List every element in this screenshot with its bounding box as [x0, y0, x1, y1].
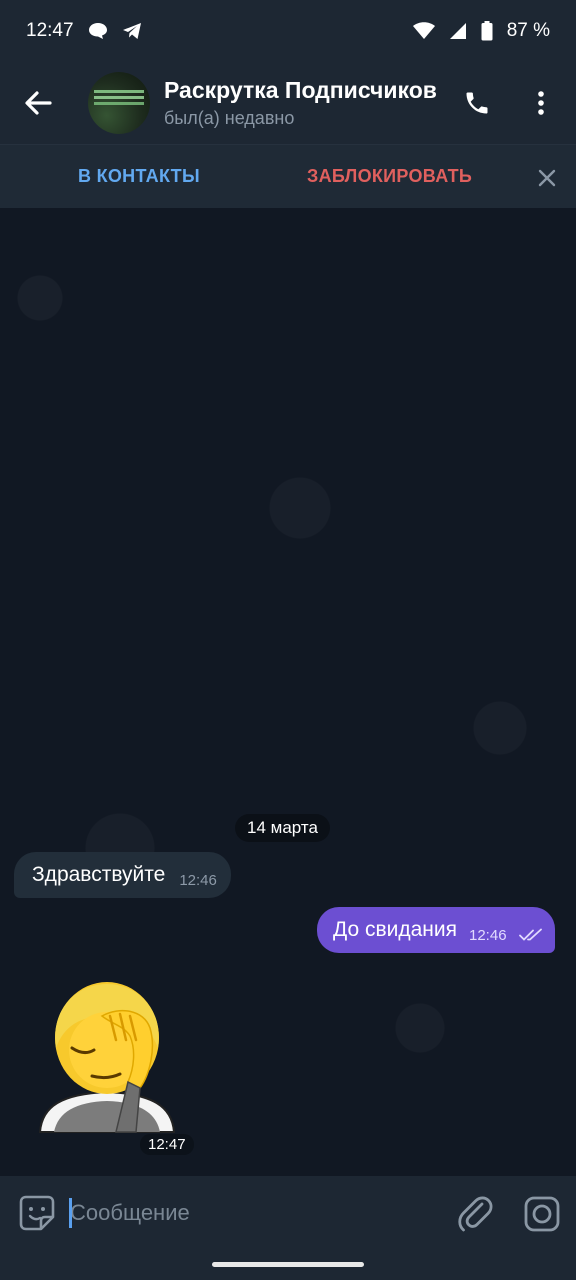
sticker-time: 12:47: [140, 1134, 194, 1155]
message-time: 12:46: [179, 871, 217, 889]
battery-percent: 87 %: [506, 20, 550, 41]
add-to-contacts-button[interactable]: В КОНТАКТЫ: [78, 166, 200, 187]
close-icon: [538, 169, 556, 187]
home-gesture-handle[interactable]: [212, 1262, 364, 1267]
status-right: 87 %: [412, 20, 550, 42]
phone-icon: [466, 92, 488, 114]
call-button[interactable]: [456, 82, 498, 124]
telegram-icon: [122, 23, 141, 39]
text-cursor: [69, 1198, 72, 1228]
status-bar: 12:47 87 %: [0, 0, 576, 62]
incoming-message[interactable]: Здравствуйте 12:46: [14, 852, 231, 898]
chat-bubble-icon: [88, 23, 107, 39]
status-time: 12:47: [26, 20, 74, 41]
facepalm-sticker[interactable]: [32, 976, 182, 1134]
chat-header: Раскрутка Подписчиков был(а) недавно: [0, 62, 576, 144]
navigation-bar: [0, 1248, 576, 1280]
message-text: Здравствуйте: [32, 863, 166, 886]
date-separator: 14 марта: [235, 814, 330, 842]
back-button[interactable]: [0, 62, 76, 144]
chat-title: Раскрутка Подписчиков: [164, 77, 437, 103]
more-options-button[interactable]: [520, 82, 562, 124]
message-time: 12:46: [469, 926, 507, 944]
avatar[interactable]: [88, 72, 150, 134]
signal-icon: [449, 23, 466, 39]
camera-icon[interactable]: [522, 1194, 562, 1234]
chat-title-area[interactable]: Раскрутка Подписчиков был(а) недавно: [164, 77, 444, 129]
more-vertical-icon: [538, 91, 544, 115]
message-composer: [0, 1176, 576, 1248]
double-check-icon: [518, 928, 542, 941]
sticker-emoji-icon[interactable]: [18, 1194, 56, 1232]
chat-area[interactable]: 14 марта Здравствуйте 12:46 До свидания …: [0, 208, 576, 1176]
arrow-back-icon: [25, 91, 52, 115]
close-action-bar-button[interactable]: [530, 161, 564, 195]
message-text: До свидания: [333, 918, 457, 941]
status-left: 12:47: [26, 20, 142, 42]
block-user-button[interactable]: ЗАБЛОКИРОВАТЬ: [307, 166, 472, 187]
outgoing-message[interactable]: До свидания 12:46: [317, 907, 555, 953]
wifi-icon: [412, 22, 435, 39]
message-input[interactable]: [68, 1192, 442, 1234]
last-seen-status: был(а) недавно: [164, 108, 295, 128]
paperclip-icon[interactable]: [456, 1194, 496, 1234]
contact-action-bar: В КОНТАКТЫ ЗАБЛОКИРОВАТЬ: [0, 144, 576, 209]
battery-icon: [481, 21, 493, 41]
